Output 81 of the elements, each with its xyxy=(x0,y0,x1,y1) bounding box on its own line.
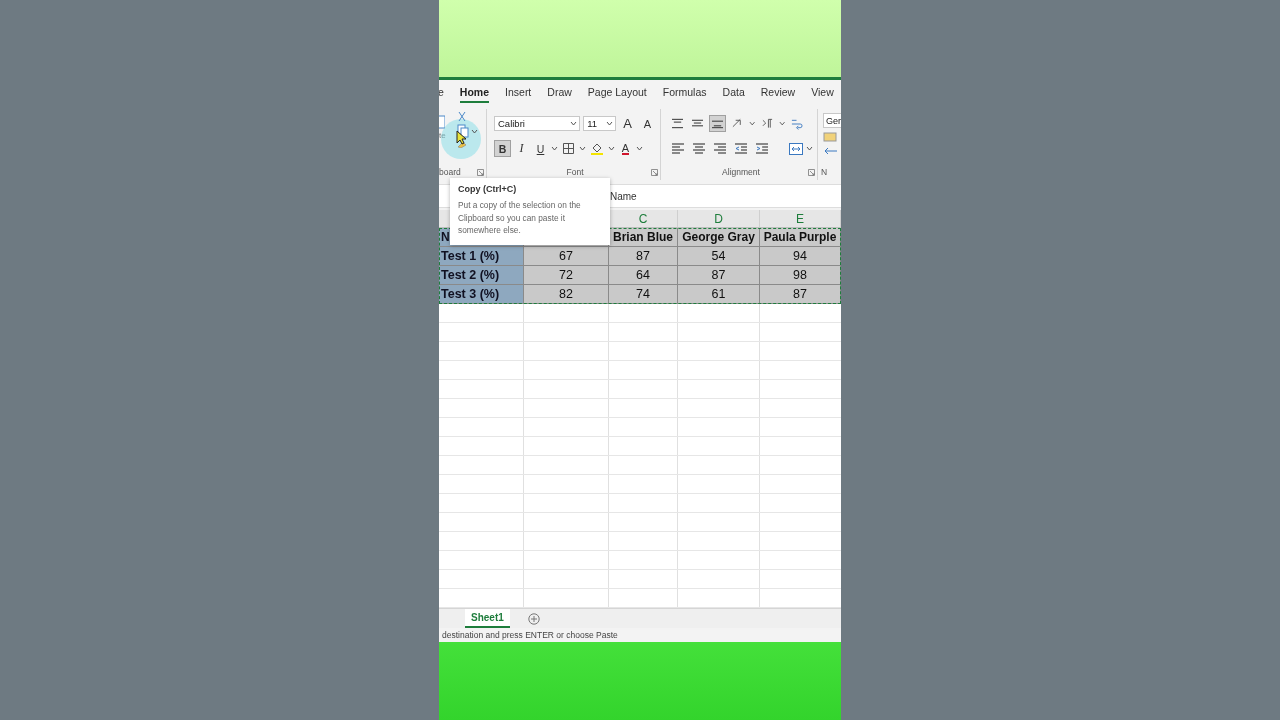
table-cell: 67 xyxy=(524,247,609,266)
table-cell: 54 xyxy=(678,247,760,266)
align-bottom-button[interactable] xyxy=(709,115,727,132)
tooltip-title: Copy (Ctrl+C) xyxy=(458,184,518,194)
table-cell: Brian Blue xyxy=(609,228,678,247)
italic-button[interactable]: I xyxy=(513,140,530,157)
caret-icon[interactable] xyxy=(636,146,643,151)
paint-bucket-icon xyxy=(591,142,603,155)
font-size-field[interactable]: 11 xyxy=(583,116,616,131)
caret-icon[interactable] xyxy=(570,121,578,126)
caret-icon[interactable] xyxy=(778,121,786,126)
underline-button[interactable]: U xyxy=(532,140,549,157)
ribbon-tab[interactable]: Page Layout xyxy=(587,82,647,103)
ribbon-tab[interactable]: Review xyxy=(760,82,796,103)
column-header[interactable]: D xyxy=(678,210,760,228)
orientation-icon xyxy=(732,117,744,130)
align-right-icon xyxy=(714,142,726,155)
number-format-field[interactable]: Ger xyxy=(823,113,841,128)
caret-icon[interactable] xyxy=(606,121,613,126)
table-cell: 98 xyxy=(760,266,841,285)
column-header[interactable]: E xyxy=(760,210,841,228)
ribbon-tab[interactable]: Formulas xyxy=(662,82,707,103)
caret-icon[interactable] xyxy=(608,146,615,151)
table-cell: 74 xyxy=(609,285,678,304)
sheet-tab[interactable]: Sheet1 xyxy=(465,609,510,628)
table-cell: 87 xyxy=(609,247,678,266)
table-cell: 94 xyxy=(760,247,841,266)
align-top-icon xyxy=(672,117,684,130)
align-center-icon xyxy=(693,142,705,155)
bold-button[interactable]: B xyxy=(494,140,511,157)
align-left-icon xyxy=(672,142,684,155)
ribbon-tab[interactable]: Insert xyxy=(505,82,532,103)
table-cell: 72 xyxy=(524,266,609,285)
table-cell: 87 xyxy=(760,285,841,304)
caret-icon[interactable] xyxy=(551,146,558,151)
cursor-icon xyxy=(456,130,466,145)
text-direction-icon xyxy=(761,117,773,130)
table-cell: Test 3 (%) xyxy=(439,285,524,304)
shrink-font-button[interactable]: A xyxy=(639,115,656,132)
add-sheet-icon[interactable] xyxy=(527,612,540,625)
group-label: Font xyxy=(566,167,584,177)
grow-font-button[interactable]: A xyxy=(619,115,636,132)
align-right-button[interactable] xyxy=(711,140,729,157)
table-cell: 82 xyxy=(524,285,609,304)
increase-indent-icon xyxy=(756,142,768,155)
group-label: Alignment xyxy=(722,167,760,177)
caret-icon[interactable] xyxy=(471,128,478,134)
table-cell: 64 xyxy=(609,266,678,285)
caret-icon[interactable] xyxy=(806,146,813,151)
borders-button[interactable] xyxy=(560,140,577,157)
column-header[interactable]: C xyxy=(609,210,678,228)
align-center-button[interactable] xyxy=(690,140,708,157)
group-label: N xyxy=(821,167,828,177)
ribbon-tab[interactable]: Data xyxy=(722,82,745,103)
dialog-launcher-icon[interactable] xyxy=(808,169,815,176)
table-cell: George Gray xyxy=(678,228,760,247)
table-cell: 61 xyxy=(678,285,760,304)
font-name-field[interactable]: Calibri xyxy=(494,116,581,131)
borders-icon xyxy=(563,143,574,154)
table-cell: Test 1 (%) xyxy=(439,247,524,266)
group-label: board xyxy=(439,167,461,177)
table-cell: Test 2 (%) xyxy=(439,266,524,285)
ribbon-tab[interactable]: Draw xyxy=(547,82,572,103)
ribbon-tab[interactable]: View xyxy=(811,82,834,103)
ribbon-tab[interactable]: Home xyxy=(459,82,490,103)
format-painter-icon[interactable] xyxy=(457,140,467,148)
table-cell: 87 xyxy=(678,266,760,285)
merge-cells-icon[interactable] xyxy=(789,142,803,155)
status-text: destination and press ENTER or choose Paste xyxy=(439,628,841,642)
font-color-button[interactable]: A xyxy=(617,140,634,157)
align-left-button[interactable] xyxy=(669,140,687,157)
ribbon-tab[interactable]: e xyxy=(439,82,444,103)
dialog-launcher-icon[interactable] xyxy=(477,169,484,176)
table-cell: Paula Purple xyxy=(760,228,841,247)
caret-icon[interactable] xyxy=(579,146,586,151)
caret-icon[interactable] xyxy=(749,121,756,126)
decrease-indent-button[interactable] xyxy=(732,140,750,157)
decrease-indent-icon xyxy=(735,142,747,155)
increase-indent-button[interactable] xyxy=(753,140,771,157)
dialog-launcher-icon[interactable] xyxy=(651,169,658,176)
scissors-icon[interactable] xyxy=(457,111,467,122)
